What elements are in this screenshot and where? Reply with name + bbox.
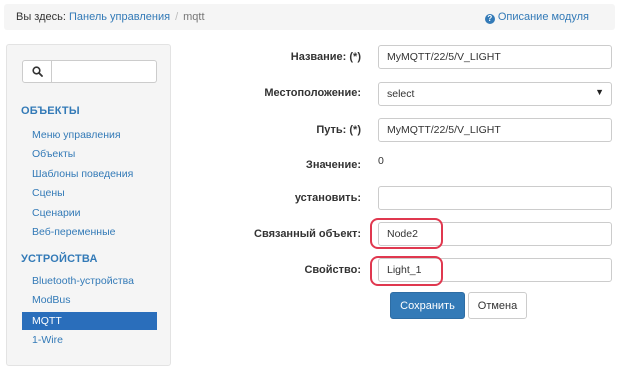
caret-down-icon: ▼ <box>595 87 604 97</box>
save-button[interactable]: Сохранить <box>390 292 465 319</box>
linked-object-label: Связанный объект: <box>254 228 361 240</box>
location-select[interactable]: select ▼ <box>378 82 612 106</box>
search-icon <box>32 66 43 77</box>
set-field[interactable] <box>378 186 612 210</box>
sidebar-item-scenes[interactable]: Сцены <box>22 184 157 202</box>
sidebar-item-modbus[interactable]: ModBus <box>22 291 157 309</box>
current-value: 0 <box>378 155 384 167</box>
breadcrumb-prefix: Вы здесь: <box>16 11 66 23</box>
sidebar-item-scripts[interactable]: Сценарии <box>22 204 157 222</box>
name-label: Название: (*) <box>290 51 361 63</box>
property-field[interactable] <box>378 258 612 282</box>
nav-section-devices-title: УСТРОЙСТВА <box>21 253 98 265</box>
module-help-link[interactable]: ? Описание модуля <box>484 11 589 24</box>
breadcrumb-link-home[interactable]: Панель управления <box>69 11 170 23</box>
nav-section-objects-title: ОБЪЕКТЫ <box>21 105 80 117</box>
search-button[interactable] <box>22 60 52 83</box>
path-label: Путь: (*) <box>316 124 361 136</box>
location-select-value: select <box>387 88 415 100</box>
linked-object-field[interactable] <box>378 222 612 246</box>
set-label: установить: <box>294 192 361 204</box>
sidebar-item-bluetooth[interactable]: Bluetooth-устройства <box>22 272 157 290</box>
sidebar-item-mqtt[interactable]: MQTT <box>22 312 157 330</box>
sidebar: ОБЪЕКТЫ Меню управления Объекты Шаблоны … <box>6 44 171 366</box>
breadcrumb-current: mqtt <box>183 11 205 23</box>
sidebar-item-web-variables[interactable]: Веб-переменные <box>22 223 157 241</box>
breadcrumb-separator: / <box>175 11 179 23</box>
sidebar-item-1-wire[interactable]: 1-Wire <box>22 331 157 349</box>
value-label: Значение: <box>305 159 361 171</box>
sidebar-item-objects[interactable]: Объекты <box>22 145 157 163</box>
question-circle-icon: ? <box>484 14 495 24</box>
sidebar-item-behavior-templates[interactable]: Шаблоны поведения <box>22 165 157 183</box>
property-label: Свойство: <box>304 264 361 276</box>
module-help-label: Описание модуля <box>497 11 589 23</box>
name-field[interactable] <box>378 45 612 69</box>
cancel-button[interactable]: Отмена <box>468 292 527 319</box>
location-label: Местоположение: <box>264 87 361 99</box>
sidebar-item-control-menu[interactable]: Меню управления <box>22 126 157 144</box>
breadcrumb-bar: Вы здесь: Панель управления / mqtt ? Описан… <box>4 4 615 30</box>
breadcrumb: Вы здесь: Панель управления / mqtt <box>16 11 205 23</box>
search-input[interactable] <box>52 60 157 83</box>
path-field[interactable] <box>378 118 612 142</box>
